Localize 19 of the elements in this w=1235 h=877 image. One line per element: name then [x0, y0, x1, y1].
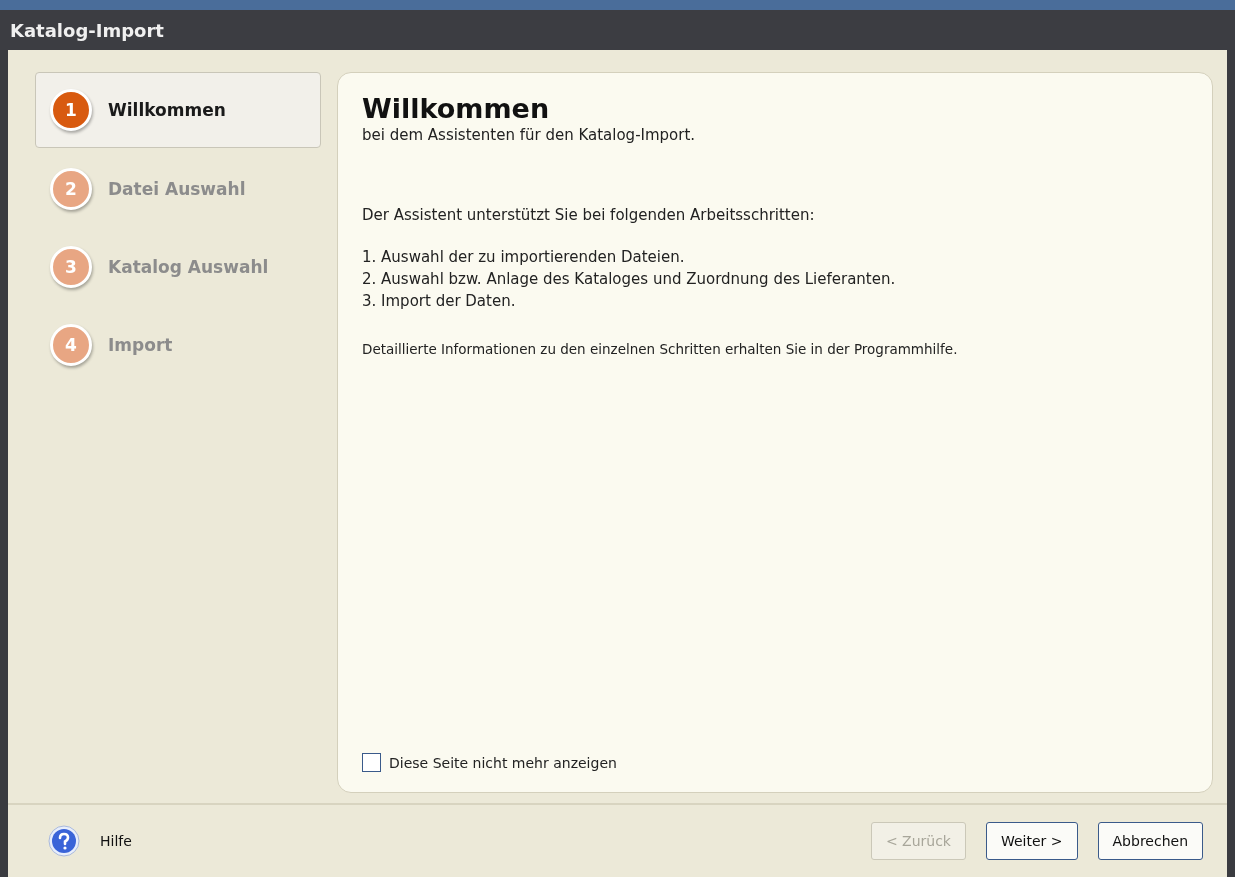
checkbox-label[interactable]: Diese Seite nicht mehr anzeigen: [362, 753, 1188, 772]
wizard-step[interactable]: 1 Willkommen: [35, 72, 321, 148]
list-item: 3. Import der Daten.: [362, 291, 517, 312]
page-heading: Willkommen: [362, 93, 551, 124]
info-text: Detaillierte Informationen zu den einzelnen Schritten erhalten Sie in der Programmhilfe.: [362, 340, 959, 359]
step-number-badge: 3: [50, 246, 92, 288]
list-item: 2. Auswahl bzw. Anlage des Kataloges und Zuordnung des Lieferanten.: [362, 269, 897, 290]
step-number-badge: 4: [50, 324, 92, 366]
subtitle-text: bei dem Assistenten für den Katalog-Import.: [362, 125, 697, 146]
list-item: 1. Auswahl der zu importierenden Dateien.: [362, 247, 686, 268]
step-number-badge: 2: [50, 168, 92, 210]
dialog-button[interactable]: Weiter >: [985, 822, 1078, 860]
window-title: Katalog-Import: [10, 19, 164, 41]
step-number-badge: 1: [50, 89, 92, 131]
dialog-button[interactable]: Abbrechen: [1097, 822, 1203, 860]
checkbox[interactable]: [362, 753, 381, 772]
help-icon[interactable]: [48, 825, 80, 857]
intro-text: Der Assistent unterstützt Sie bei folgenden Arbeitsschritten:: [362, 205, 816, 226]
help-label[interactable]: Hilfe: [100, 833, 132, 849]
